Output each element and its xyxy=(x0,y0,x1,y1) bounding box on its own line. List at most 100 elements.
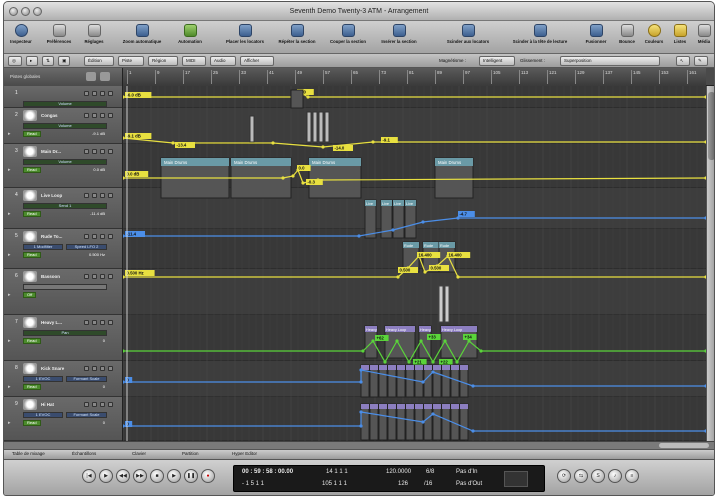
automation-node[interactable] xyxy=(291,174,295,178)
replace-button[interactable]: ⇆ xyxy=(574,469,588,483)
cycle-button[interactable]: ⟳ xyxy=(557,469,571,483)
track-header[interactable]: 5 Rude To... 1 Modfilter Speed LFO 2 Read 0.5… xyxy=(4,229,122,269)
region-name[interactable]: Heavy Loop xyxy=(442,328,462,332)
tab-mixer[interactable]: Table de mixage xyxy=(12,451,45,456)
tab-score[interactable]: Partition xyxy=(182,451,199,456)
hi-hat-region-header[interactable] xyxy=(460,404,468,409)
solo-button[interactable] xyxy=(92,402,97,407)
menu-midi[interactable]: MIDI xyxy=(182,56,206,66)
automation-node[interactable] xyxy=(431,412,435,416)
freeze-button[interactable] xyxy=(108,366,113,371)
track-header[interactable]: 2 Congas Volume Read -9.1 dB ▸ xyxy=(4,108,122,144)
hi-hat-region[interactable] xyxy=(423,403,433,441)
hi-hat-region-header[interactable] xyxy=(406,404,414,409)
automation-node[interactable] xyxy=(383,360,387,364)
add-track-icon[interactable] xyxy=(86,72,96,81)
conga-region[interactable] xyxy=(312,111,318,143)
hi-hat-region[interactable] xyxy=(405,403,415,441)
hi-hat-region[interactable] xyxy=(441,403,451,441)
freeze-button[interactable] xyxy=(108,91,113,96)
zoom-toggle-button[interactable]: ▣ xyxy=(58,56,70,66)
disclosure-triangle-icon[interactable]: ▸ xyxy=(8,131,11,137)
solo-button[interactable] xyxy=(92,149,97,154)
record-enable-button[interactable] xyxy=(100,274,105,279)
region-name[interactable]: Rude xyxy=(404,244,413,248)
record-enable-button[interactable] xyxy=(100,366,105,371)
freeze-button[interactable] xyxy=(108,320,113,325)
record-enable-button[interactable] xyxy=(100,149,105,154)
automation-node[interactable] xyxy=(431,370,435,374)
kick-snare-region-header[interactable] xyxy=(415,365,423,370)
menu-region[interactable]: Région xyxy=(148,56,178,66)
automation-node[interactable] xyxy=(321,145,325,149)
conga-region[interactable] xyxy=(249,115,255,143)
tab-hyper-editor[interactable]: Hyper Editor xyxy=(232,451,257,456)
disclosure-triangle-icon[interactable]: ▸ xyxy=(8,252,11,258)
hi-hat-region[interactable] xyxy=(432,403,442,441)
split-locators-button[interactable]: Scinder aux locators xyxy=(444,23,492,52)
menu-view[interactable]: Afficher xyxy=(240,56,274,66)
hi-hat-region-header[interactable] xyxy=(361,404,369,409)
hi-hat-region-header[interactable] xyxy=(442,404,450,409)
automation-mode-button[interactable]: Read xyxy=(23,420,41,426)
automation-node[interactable] xyxy=(395,339,399,343)
automation-mode-button[interactable]: Read xyxy=(23,252,41,258)
disclosure-triangle-icon[interactable]: ▸ xyxy=(8,167,11,173)
disclosure-triangle-icon[interactable]: ▸ xyxy=(8,292,11,298)
automation-mode[interactable]: Read 0.0 dB xyxy=(23,167,107,174)
kick-snare-region-header[interactable] xyxy=(424,365,432,370)
region-name[interactable]: Live xyxy=(394,202,401,206)
automation-node[interactable] xyxy=(371,339,375,343)
kick-snare-region-header[interactable] xyxy=(442,365,450,370)
hi-hat-region-header[interactable] xyxy=(424,404,432,409)
freeze-button[interactable] xyxy=(108,234,113,239)
rewind-button[interactable]: ◀◀ xyxy=(116,469,130,483)
track-header[interactable]: 6 Bassoon Off ▸ xyxy=(4,269,122,315)
automation-node[interactable] xyxy=(479,349,483,353)
disclosure-triangle-icon[interactable]: ▸ xyxy=(8,338,11,344)
automation-mode-button[interactable]: Read xyxy=(23,211,41,217)
solo-button[interactable] xyxy=(92,193,97,198)
automation-node[interactable] xyxy=(357,234,361,238)
automation-mode-button[interactable]: Read xyxy=(23,131,41,137)
settings-button[interactable]: Réglages xyxy=(82,23,106,52)
arrange-canvas[interactable]: -6.0 dB-6.0-9.1 dB-13.4-14.0-9.1Main Dru… xyxy=(123,86,706,441)
mute-button[interactable] xyxy=(84,234,89,239)
kick-snare-region-header[interactable] xyxy=(406,365,414,370)
solo-button[interactable] xyxy=(92,91,97,96)
record-enable-button[interactable] xyxy=(100,113,105,118)
hi-hat-region[interactable] xyxy=(378,403,388,441)
hi-hat-region-header[interactable] xyxy=(388,404,396,409)
automation-mode[interactable]: Read 0 xyxy=(23,338,107,345)
hi-hat-region-header[interactable] xyxy=(415,404,423,409)
automation-button[interactable]: Automation xyxy=(174,23,206,52)
kick-snare-region-header[interactable] xyxy=(451,365,459,370)
automation-mode[interactable]: Read 0 xyxy=(23,420,107,427)
tab-samples[interactable]: Échantillons xyxy=(72,451,96,456)
automation-parameter-select[interactable]: Volume xyxy=(23,159,107,165)
track-header[interactable]: 4 Live Loop Send 1 Read -11.4 dB ▸ xyxy=(4,188,122,229)
mute-button[interactable] xyxy=(84,274,89,279)
region-name[interactable]: Heavy xyxy=(420,328,431,332)
freeze-button[interactable] xyxy=(108,402,113,407)
region-name[interactable]: Live xyxy=(406,202,413,206)
automation-plugin-select[interactable]: 1 EVOC xyxy=(23,412,63,418)
track-options-icon[interactable] xyxy=(100,72,110,81)
insert-section-button[interactable]: Insérer la section xyxy=(376,23,422,52)
disclosure-triangle-icon[interactable]: ▸ xyxy=(8,211,11,217)
automation-node[interactable] xyxy=(306,95,310,99)
automation-parameter-select[interactable] xyxy=(23,284,107,290)
automation-parameter-select[interactable]: Pan xyxy=(23,330,107,336)
menu-edit[interactable]: Édition xyxy=(84,56,114,66)
automation-node[interactable] xyxy=(359,380,363,384)
automation-mode[interactable]: Read -9.1 dB xyxy=(23,131,107,138)
region-name[interactable]: Main Drums xyxy=(312,160,335,165)
automation-node[interactable] xyxy=(431,360,435,364)
automation-mode[interactable]: Read 0 xyxy=(23,384,107,391)
mute-button[interactable] xyxy=(84,91,89,96)
freeze-button[interactable] xyxy=(108,113,113,118)
freeze-button[interactable] xyxy=(108,274,113,279)
media-button[interactable]: Média xyxy=(694,23,714,52)
disclosure-triangle-icon[interactable]: ▸ xyxy=(8,384,11,390)
catch-button[interactable]: ▸ xyxy=(26,56,38,66)
